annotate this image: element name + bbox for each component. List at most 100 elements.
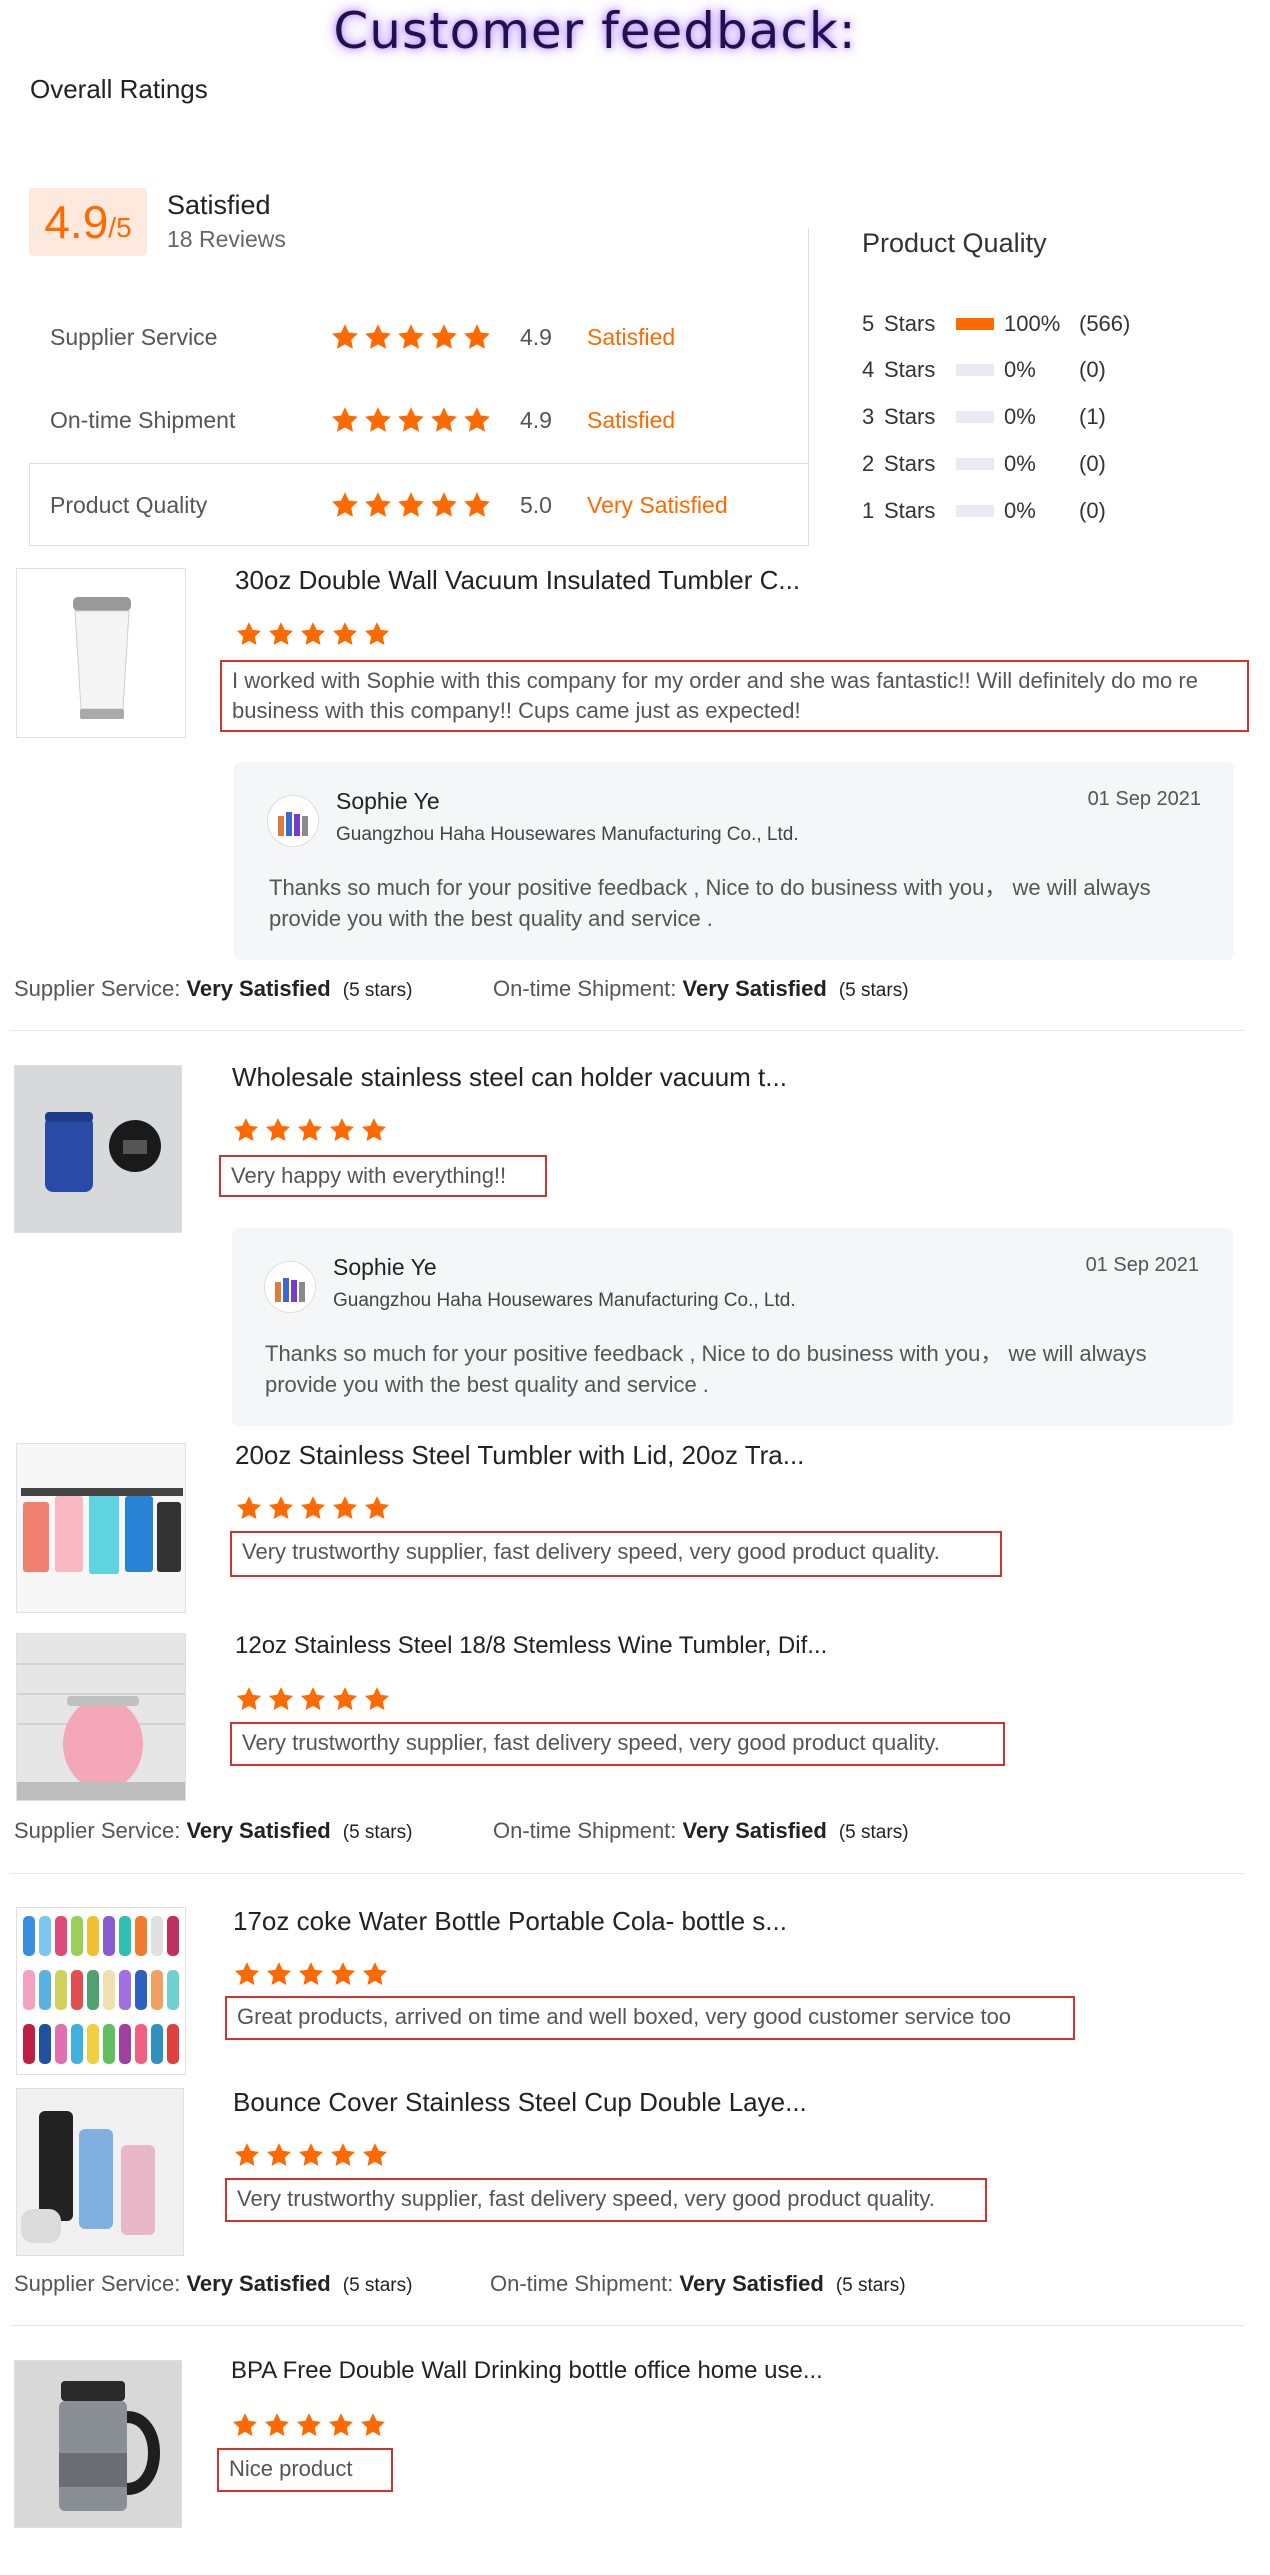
on-time-shipment-value: Very Satisfied (682, 1818, 827, 1843)
reply-date: 01 Sep 2021 (1085, 1254, 1199, 1276)
product-title[interactable]: 12oz Stainless Steel 18/8 Stemless Wine … (235, 1632, 827, 1660)
rating-label: Supplier Service (50, 323, 218, 350)
distribution-bar (956, 318, 994, 330)
avatar (267, 795, 319, 847)
star-icon (264, 1116, 292, 1144)
star-icon (363, 322, 393, 352)
distribution-percent: 0% (1004, 404, 1036, 429)
star-icon (328, 1116, 356, 1144)
product-thumbnail[interactable] (14, 2360, 182, 2528)
review-stars (233, 2141, 389, 2169)
rating-label: On-time Shipment (50, 406, 236, 433)
office-bottle-image (15, 2361, 181, 2527)
product-title[interactable]: 20oz Stainless Steel Tumbler with Lid, 2… (235, 1440, 804, 1471)
star-icon (396, 405, 426, 435)
star-icon (361, 2141, 389, 2169)
product-title[interactable]: 30oz Double Wall Vacuum Insulated Tumble… (235, 565, 800, 596)
star-icon (267, 620, 295, 648)
star-icon (299, 620, 327, 648)
supplier-service-label: Supplier Service: (14, 976, 181, 1001)
product-title[interactable]: BPA Free Double Wall Drinking bottle off… (231, 2357, 823, 2385)
star-icon (296, 1116, 324, 1144)
star-word: Stars (884, 357, 936, 382)
star-icon (231, 2411, 259, 2439)
review-meta-shipment: On-time Shipment: Very Satisfied (5 stars… (493, 976, 909, 1002)
star-word: Stars (884, 404, 936, 429)
distribution-count: (0) (1079, 357, 1106, 382)
rating-value: 4.9 (520, 323, 552, 350)
star-icon (232, 1116, 260, 1144)
star-number: 2 (862, 451, 875, 476)
star-icon (330, 490, 360, 520)
distribution-row-1: 1 Stars 0% (0) (862, 497, 1149, 525)
distribution-percent: 0% (1004, 498, 1036, 523)
on-time-shipment-value: Very Satisfied (682, 976, 827, 1001)
distribution-count: (0) (1079, 498, 1106, 523)
distribution-bar (956, 505, 994, 517)
product-title[interactable]: Wholesale stainless steel can holder vac… (232, 1062, 787, 1093)
star-icon (363, 405, 393, 435)
rating-label: Product Quality (50, 491, 208, 518)
product-thumbnail[interactable] (14, 1065, 182, 1233)
review-text: Very trustworthy supplier, fast delivery… (230, 1722, 1005, 1766)
overall-score-badge: 4.9 /5 (29, 188, 147, 256)
review-meta: Supplier Service: Very Satisfied (5 stars… (14, 2271, 412, 2297)
bounce-cups-image (17, 2089, 183, 2255)
star-icon (265, 2141, 293, 2169)
review-text: I worked with Sophie with this company f… (220, 660, 1249, 732)
review-meta: Supplier Service: Very Satisfied (5 stars… (14, 976, 412, 1002)
supplier-service-value: Very Satisfied (186, 2271, 331, 2296)
star-icon (297, 1960, 325, 1988)
product-thumbnail[interactable] (16, 1443, 186, 1613)
star-icon (233, 2141, 261, 2169)
star-icon (396, 490, 426, 520)
review-meta: Supplier Service: Very Satisfied (5 stars… (14, 1818, 412, 1844)
rating-row-product-quality: Product Quality 5.0 Very Satisfied (50, 490, 810, 520)
product-title[interactable]: Bounce Cover Stainless Steel Cup Double … (233, 2087, 807, 2118)
star-icon (329, 1960, 357, 1988)
star-icon (267, 1685, 295, 1713)
star-icon (331, 1685, 359, 1713)
reply-company: Guangzhou Haha Housewares Manufacturing … (336, 824, 799, 845)
star-icon (363, 1685, 391, 1713)
star-word: Stars (884, 451, 936, 476)
avatar (264, 1261, 316, 1313)
reply-date: 01 Sep 2021 (1087, 788, 1201, 810)
star-icon (299, 1494, 327, 1522)
rating-value: 4.9 (520, 406, 552, 433)
supplier-reply: Sophie Ye 01 Sep 2021 Guangzhou Haha Hou… (232, 1228, 1233, 1426)
rating-value: 5.0 (520, 491, 552, 518)
page-title: Customer feedback: (333, 2, 857, 60)
review-stars (235, 1685, 391, 1713)
supplier-service-value: Very Satisfied (186, 1818, 331, 1843)
distribution-percent: 0% (1004, 451, 1036, 476)
overall-score-max: /5 (108, 212, 132, 243)
review-stars (235, 620, 391, 648)
reply-author: Sophie Ye (333, 1254, 437, 1280)
star-icon (462, 405, 492, 435)
reply-text: Thanks so much for your positive feedbac… (265, 1341, 1147, 1397)
distribution-row-4: 4 Stars 0% (0) (862, 356, 1149, 384)
star-icon (363, 620, 391, 648)
star-icon (233, 1960, 261, 1988)
rating-row-on-time-shipment: On-time Shipment 4.9 Satisfied (50, 405, 810, 435)
product-thumbnail[interactable] (16, 2088, 184, 2256)
product-title[interactable]: 17oz coke Water Bottle Portable Cola- bo… (233, 1906, 787, 1937)
star-icon (235, 1685, 263, 1713)
supplier-service-label: Supplier Service: (14, 1818, 181, 1843)
distribution-count: (566) (1079, 311, 1131, 336)
star-icon (265, 1960, 293, 1988)
star-icon (363, 490, 393, 520)
on-time-shipment-stars: (5 stars) (838, 980, 909, 1001)
star-icon (331, 620, 359, 648)
distribution-bar (956, 411, 994, 423)
star-icon (360, 1116, 388, 1144)
product-thumbnail[interactable] (16, 1633, 186, 1801)
rating-status: Satisfied (587, 406, 676, 433)
product-thumbnail[interactable] (16, 568, 186, 738)
wine-tumbler-image (17, 1634, 185, 1800)
product-thumbnail[interactable] (16, 1907, 186, 2075)
supplier-service-value: Very Satisfied (186, 976, 331, 1001)
distribution-bar (956, 364, 994, 376)
rating-stars (330, 490, 492, 520)
